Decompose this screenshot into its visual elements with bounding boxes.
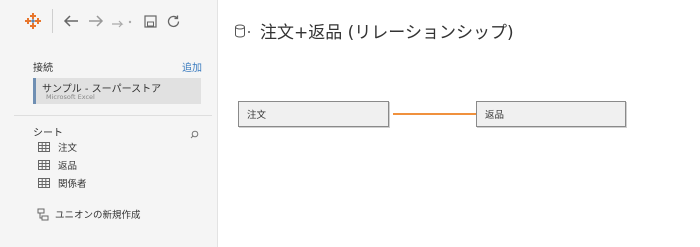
table-card-orders[interactable]: 注文 bbox=[238, 101, 389, 127]
relationship-line[interactable] bbox=[393, 113, 477, 115]
page-title-row: 注文+返品 (リレーションシップ) bbox=[234, 18, 514, 43]
table-card-returns[interactable]: 返品 bbox=[476, 101, 626, 127]
add-connection-link[interactable]: 追加 bbox=[182, 59, 202, 74]
sheet-label: 注文 bbox=[58, 143, 78, 154]
table-grid-icon bbox=[38, 178, 50, 188]
back-arrow-icon[interactable] bbox=[60, 10, 82, 32]
toolbar-separator bbox=[52, 9, 53, 33]
connection-type: Microsoft Excel bbox=[46, 93, 95, 101]
connections-label: 接続 bbox=[33, 63, 53, 74]
union-icon bbox=[37, 208, 49, 220]
toolbar bbox=[0, 0, 218, 44]
search-icon[interactable] bbox=[190, 124, 199, 143]
sheets-label: シート bbox=[33, 128, 63, 139]
sheet-item-returns[interactable]: 返品 bbox=[38, 158, 77, 172]
table-card-label: 返品 bbox=[485, 110, 505, 121]
connection-item[interactable]: サンプル - スーパーストア Microsoft Excel bbox=[33, 78, 201, 104]
new-union-item[interactable]: ユニオンの新規作成 bbox=[37, 207, 141, 221]
sheet-item-people[interactable]: 関係者 bbox=[38, 176, 87, 190]
table-grid-icon bbox=[38, 142, 50, 152]
refresh-icon[interactable] bbox=[164, 10, 182, 32]
table-card-label: 注文 bbox=[247, 110, 267, 121]
new-union-label: ユニオンの新規作成 bbox=[55, 210, 141, 221]
save-icon[interactable] bbox=[141, 10, 159, 32]
table-grid-icon bbox=[38, 160, 50, 170]
tableau-logo-icon[interactable] bbox=[22, 10, 44, 32]
main-canvas: 注文+返品 (リレーションシップ) 注文 返品 bbox=[219, 0, 700, 247]
data-source-sidebar: 接続 追加 サンプル - スーパーストア Microsoft Excel シート… bbox=[0, 0, 218, 247]
data-source-icon[interactable] bbox=[234, 24, 254, 38]
sheet-label: 関係者 bbox=[58, 179, 87, 190]
sheet-label: 返品 bbox=[58, 161, 78, 172]
page-title[interactable]: 注文+返品 (リレーションシップ) bbox=[260, 18, 514, 43]
section-divider bbox=[14, 115, 212, 116]
forward-arrow-icon[interactable] bbox=[85, 10, 107, 32]
sheet-item-orders[interactable]: 注文 bbox=[38, 140, 77, 154]
redo-icon[interactable] bbox=[108, 10, 138, 32]
